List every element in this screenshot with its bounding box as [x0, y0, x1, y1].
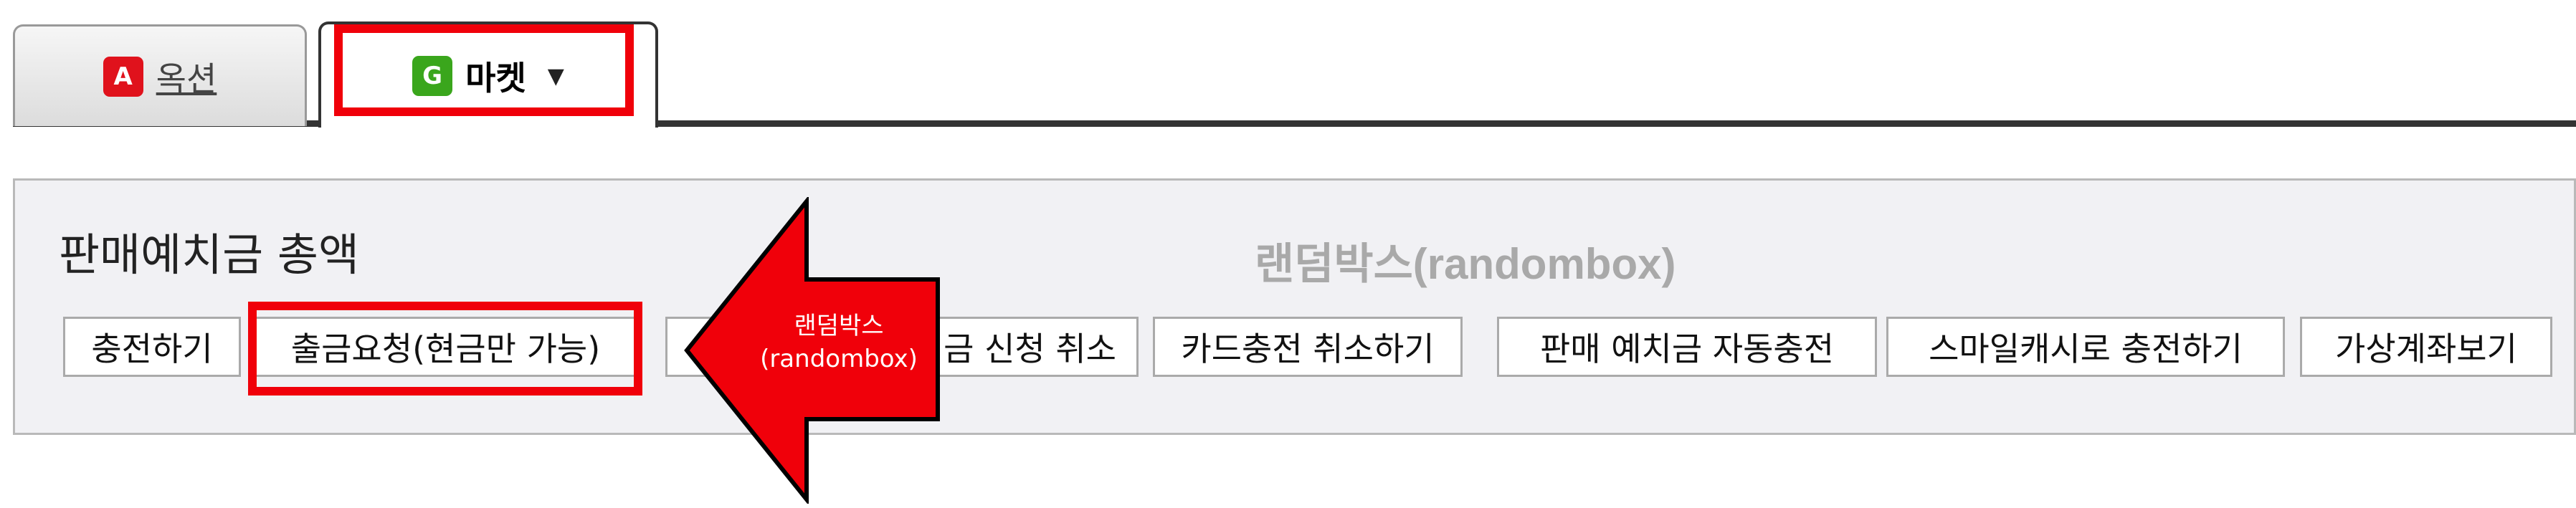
panel-title: 판매예치금 총액 — [59, 229, 359, 281]
auction-badge-icon: A — [103, 56, 143, 97]
card-charge-cancel-button[interactable]: 카드충전 취소하기 — [1153, 317, 1463, 377]
arrow-label-line1: 랜덤박스 — [794, 312, 884, 340]
tab-market-label: 마켓 — [465, 59, 526, 97]
arrow-label: 랜덤박스 (randombox) — [724, 310, 954, 375]
charge-button[interactable]: 충전하기 — [63, 317, 241, 377]
withdraw-request-button[interactable]: 출금요청(현금만 가능) — [255, 317, 637, 377]
virtual-account-button[interactable]: 가상계좌보기 — [2300, 317, 2552, 377]
tab-auction-label: 옥션 — [156, 59, 217, 98]
watermark: 랜덤박스(randombox) — [1255, 240, 1676, 288]
tab-market[interactable]: G 마켓 ▼ — [318, 21, 658, 128]
deposit-panel — [13, 178, 2576, 435]
tab-auction[interactable]: A 옥션 — [13, 24, 307, 126]
market-badge-icon: G — [412, 56, 453, 96]
auto-charge-button[interactable]: 판매 예치금 자동충전 — [1497, 317, 1877, 377]
arrow-label-line2: (randombox) — [760, 345, 918, 373]
smile-cash-charge-button[interactable]: 스마일캐시로 충전하기 — [1886, 317, 2285, 377]
chevron-down-icon[interactable]: ▼ — [548, 64, 564, 89]
